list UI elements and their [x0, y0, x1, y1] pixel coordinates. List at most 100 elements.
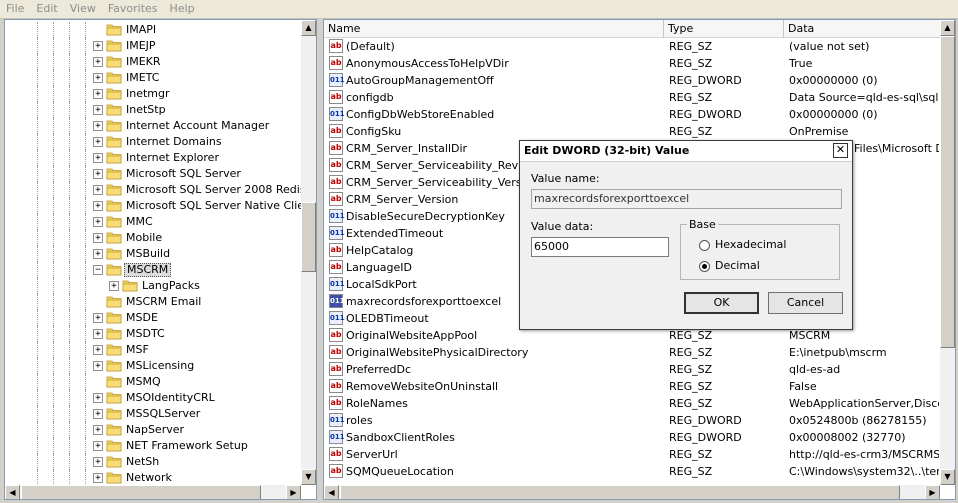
- expand-icon[interactable]: +: [93, 425, 103, 435]
- scroll-thumb[interactable]: [301, 202, 316, 272]
- list-horizontal-scroll-thumb[interactable]: [340, 485, 900, 499]
- table-row[interactable]: ab SQMQueueLocation REG_SZ C:\Windows\syste…: [324, 463, 944, 480]
- table-row[interactable]: 011 AutoGroupManagementOff REG_DWORD 0x0000…: [324, 72, 944, 89]
- tree-item[interactable]: MSCRM Email: [5, 294, 303, 310]
- table-row[interactable]: ab OriginalWebsitePhysicalDirectory REG_SZ…: [324, 344, 944, 361]
- expand-icon[interactable]: +: [93, 393, 103, 403]
- menu-view[interactable]: View: [64, 0, 102, 18]
- tree-item[interactable]: + MSBuild: [5, 246, 303, 262]
- tree-item[interactable]: + MMC: [5, 214, 303, 230]
- tree-item[interactable]: + NET Framework Setup: [5, 438, 303, 454]
- collapse-icon[interactable]: −: [93, 265, 103, 275]
- list-scroll-right-button[interactable]: ▶: [925, 485, 940, 499]
- expand-icon[interactable]: +: [93, 361, 103, 371]
- tree-item[interactable]: + InetStp: [5, 102, 303, 118]
- scroll-left-button[interactable]: ◀: [5, 485, 20, 499]
- tree-item[interactable]: + MSLicensing: [5, 358, 303, 374]
- tree-item[interactable]: + IMEKR: [5, 54, 303, 70]
- expand-icon[interactable]: +: [93, 185, 103, 195]
- cancel-button[interactable]: Cancel: [768, 292, 843, 314]
- tree-item[interactable]: + NetSh: [5, 454, 303, 470]
- tree-item[interactable]: + Microsoft SQL Server 2008 Redist: [5, 182, 303, 198]
- table-row[interactable]: ab PreferredDc REG_SZ qld-es-ad: [324, 361, 944, 378]
- list-horizontal-scrollbar[interactable]: ◀ ▶: [324, 485, 940, 499]
- list-scroll-down-button[interactable]: ▼: [940, 469, 955, 485]
- list-scroll-left-button[interactable]: ◀: [324, 485, 339, 499]
- tree-item[interactable]: + MSSQLServer: [5, 406, 303, 422]
- expand-icon[interactable]: +: [93, 153, 103, 163]
- tree-item[interactable]: + LangPacks: [5, 278, 303, 294]
- expand-icon[interactable]: +: [93, 105, 103, 115]
- menu-edit[interactable]: Edit: [30, 0, 63, 18]
- tree-item[interactable]: IMAPI: [5, 22, 303, 38]
- list-vertical-scrollbar[interactable]: ▲ ▼: [940, 20, 955, 485]
- expand-icon[interactable]: +: [93, 57, 103, 67]
- tree-vertical-scrollbar[interactable]: ▲ ▼: [301, 20, 316, 485]
- expand-icon[interactable]: +: [93, 473, 103, 483]
- scroll-right-button[interactable]: ▶: [286, 485, 301, 499]
- tree-item[interactable]: + MSDTC: [5, 326, 303, 342]
- column-header-name[interactable]: Name: [324, 20, 664, 38]
- expand-icon[interactable]: +: [93, 249, 103, 259]
- expand-icon[interactable]: +: [93, 345, 103, 355]
- tree-item[interactable]: + MSDE: [5, 310, 303, 326]
- table-row[interactable]: ab ConfigSku REG_SZ OnPremise: [324, 123, 944, 140]
- hexadecimal-radio[interactable]: [699, 240, 710, 251]
- expand-icon[interactable]: +: [93, 457, 103, 467]
- menu-favorites[interactable]: Favorites: [102, 0, 164, 18]
- expand-icon[interactable]: +: [109, 281, 119, 291]
- expand-icon[interactable]: +: [93, 233, 103, 243]
- menu-file[interactable]: File: [0, 0, 30, 18]
- expand-icon[interactable]: +: [93, 121, 103, 131]
- tree-item[interactable]: + IMETC: [5, 70, 303, 86]
- table-row[interactable]: 011 SandboxClientRoles REG_DWORD 0x00008002…: [324, 429, 944, 446]
- tree-item[interactable]: + Microsoft SQL Server Native Client 10: [5, 198, 303, 214]
- horizontal-scroll-thumb[interactable]: [21, 485, 261, 499]
- expand-icon[interactable]: +: [93, 73, 103, 83]
- tree-item[interactable]: + Internet Account Manager: [5, 118, 303, 134]
- tree-item[interactable]: MSMQ: [5, 374, 303, 390]
- expand-icon[interactable]: +: [93, 409, 103, 419]
- decimal-radio[interactable]: [699, 261, 710, 272]
- expand-icon[interactable]: +: [93, 169, 103, 179]
- tree-item[interactable]: + Mobile: [5, 230, 303, 246]
- menu-help[interactable]: Help: [164, 0, 201, 18]
- expand-icon[interactable]: +: [93, 329, 103, 339]
- tree-item[interactable]: + IMEJP: [5, 38, 303, 54]
- expand-icon[interactable]: +: [93, 89, 103, 99]
- expand-icon[interactable]: +: [93, 217, 103, 227]
- column-header-type[interactable]: Type: [664, 20, 784, 38]
- hexadecimal-label[interactable]: Hexadecimal: [715, 238, 786, 251]
- tree-item[interactable]: + MSOIdentityCRL: [5, 390, 303, 406]
- tree-horizontal-scrollbar[interactable]: ◀ ▶: [5, 485, 301, 499]
- expand-icon[interactable]: +: [93, 41, 103, 51]
- tree-item[interactable]: + MSF: [5, 342, 303, 358]
- decimal-label[interactable]: Decimal: [715, 259, 760, 272]
- close-icon[interactable]: ✕: [833, 143, 848, 158]
- table-row[interactable]: ab AnonymousAccessToHelpVDir REG_SZ True: [324, 55, 944, 72]
- ok-button[interactable]: OK: [684, 292, 759, 314]
- expand-icon[interactable]: +: [93, 201, 103, 211]
- tree-item[interactable]: + Microsoft SQL Server: [5, 166, 303, 182]
- table-row[interactable]: ab RoleNames REG_SZ WebApplicationServer,Di…: [324, 395, 944, 412]
- expand-icon[interactable]: +: [93, 441, 103, 451]
- list-scroll-up-button[interactable]: ▲: [940, 20, 955, 36]
- scroll-up-button[interactable]: ▲: [301, 20, 316, 36]
- table-row[interactable]: ab RemoveWebsiteOnUninstall REG_SZ False: [324, 378, 944, 395]
- value-data-input[interactable]: 65000: [531, 237, 669, 257]
- table-row[interactable]: ab (Default) REG_SZ (value not set): [324, 38, 944, 55]
- column-header-data[interactable]: Data: [784, 20, 944, 38]
- tree-item[interactable]: + Inetmgr: [5, 86, 303, 102]
- tree-item[interactable]: + Internet Explorer: [5, 150, 303, 166]
- table-row[interactable]: 011 roles REG_DWORD 0x0524800b (86278155): [324, 412, 944, 429]
- tree-item[interactable]: + Network: [5, 470, 303, 485]
- tree-item[interactable]: + NapServer: [5, 422, 303, 438]
- expand-icon[interactable]: +: [93, 137, 103, 147]
- tree-item[interactable]: − MSCRM: [5, 262, 303, 278]
- table-row[interactable]: 011 ConfigDbWebStoreEnabled REG_DWORD 0x000…: [324, 106, 944, 123]
- scroll-down-button[interactable]: ▼: [301, 469, 316, 485]
- table-row[interactable]: ab ServerUrl REG_SZ http://qld-es-crm3/MSCR…: [324, 446, 944, 463]
- table-row[interactable]: ab configdb REG_SZ Data Source=qld-es-sql\s…: [324, 89, 944, 106]
- dialog-title-bar[interactable]: Edit DWORD (32-bit) Value ✕: [520, 141, 852, 162]
- expand-icon[interactable]: +: [93, 313, 103, 323]
